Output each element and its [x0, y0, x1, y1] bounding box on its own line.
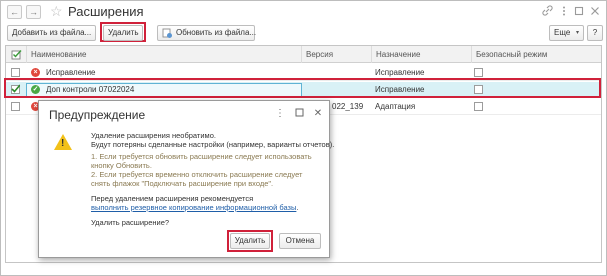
window-title: Расширения	[68, 4, 144, 19]
help-button[interactable]: ?	[587, 25, 603, 41]
favorite-star-icon[interactable]: ☆	[50, 3, 63, 19]
header-name[interactable]: Наименование	[26, 46, 301, 63]
active-checkbox[interactable]	[11, 102, 20, 111]
backup-link[interactable]: выполнить резервное копирование информац…	[91, 203, 296, 212]
dialog-note2b: снять флажок "Подключать расширение при …	[91, 179, 274, 188]
dialog-backup-prompt: Перед удалением расширения рекомендуется	[91, 194, 254, 203]
update-from-file-label: Обновить из файла...	[176, 28, 257, 37]
dialog-maximize-icon[interactable]	[294, 108, 304, 121]
checklist-icon	[11, 49, 22, 66]
forward-button[interactable]: →	[26, 5, 41, 19]
update-from-file-button[interactable]: Обновить из файла...	[157, 25, 257, 44]
forward-arrow-icon: →	[29, 7, 38, 17]
dialog-note2a: 2. Если требуется временно отключить рас…	[91, 170, 303, 179]
dialog-more-icon[interactable]: ⋮	[275, 108, 285, 120]
header-check-column[interactable]	[6, 46, 26, 63]
back-button[interactable]: ←	[7, 5, 22, 19]
safe-mode-checkbox[interactable]	[474, 68, 483, 77]
header-safe-mode[interactable]: Безопасный режим	[471, 46, 601, 63]
warning-exclamation: !	[61, 138, 65, 149]
dialog-backup-line: выполнить резервное копирование информац…	[91, 203, 298, 212]
dialog-note1a: 1. Если требуется обновить расширение сл…	[91, 152, 312, 161]
safe-mode-checkbox[interactable]	[474, 102, 483, 111]
add-from-file-button[interactable]: Добавить из файла...	[7, 25, 96, 41]
close-icon[interactable]	[589, 5, 601, 17]
dialog-cancel-button[interactable]: Отмена	[279, 233, 321, 249]
dialog-note1b: кнопку Обновить.	[91, 161, 152, 170]
dialog-question: Удалить расширение?	[91, 218, 170, 227]
dialog-line2: Будут потеряны сделанные настройки (напр…	[91, 140, 335, 149]
dialog-title: Предупреждение	[49, 108, 146, 122]
maximize-icon[interactable]	[573, 5, 585, 17]
backup-period: .	[296, 203, 299, 212]
dialog-line1: Удаление расширения необратимо.	[91, 131, 216, 140]
table-header: Наименование Версия Назначение Безопасны…	[6, 46, 601, 63]
highlight-selected-row	[4, 78, 601, 98]
dialog-close-icon[interactable]: ✕	[313, 108, 323, 120]
header-purpose[interactable]: Назначение	[371, 46, 471, 63]
header-version[interactable]: Версия	[301, 46, 371, 63]
chevron-down-icon: ▾	[575, 30, 579, 36]
more-menu-label: Еще	[554, 28, 571, 37]
dialog-delete-button[interactable]: Удалить	[230, 233, 270, 249]
more-menu-button[interactable]: Еще ▾	[549, 25, 584, 41]
warning-dialog: Предупреждение ⋮ ✕ ! Удаление расширения…	[38, 100, 334, 258]
title-bar: ← → ☆ Расширения	[1, 1, 606, 23]
back-arrow-icon: ←	[10, 7, 19, 17]
update-file-icon	[162, 28, 173, 44]
delete-button[interactable]: Удалить	[103, 25, 143, 41]
extensions-window: ← → ☆ Расширения Добавить из файла... Уд…	[0, 0, 607, 276]
link-icon[interactable]	[541, 5, 553, 17]
extension-version: 022_139	[332, 102, 364, 111]
extension-purpose: Адаптация	[375, 102, 416, 111]
error-status-icon: ×	[31, 68, 40, 77]
more-icon[interactable]	[558, 5, 570, 17]
active-checkbox[interactable]	[11, 68, 20, 77]
